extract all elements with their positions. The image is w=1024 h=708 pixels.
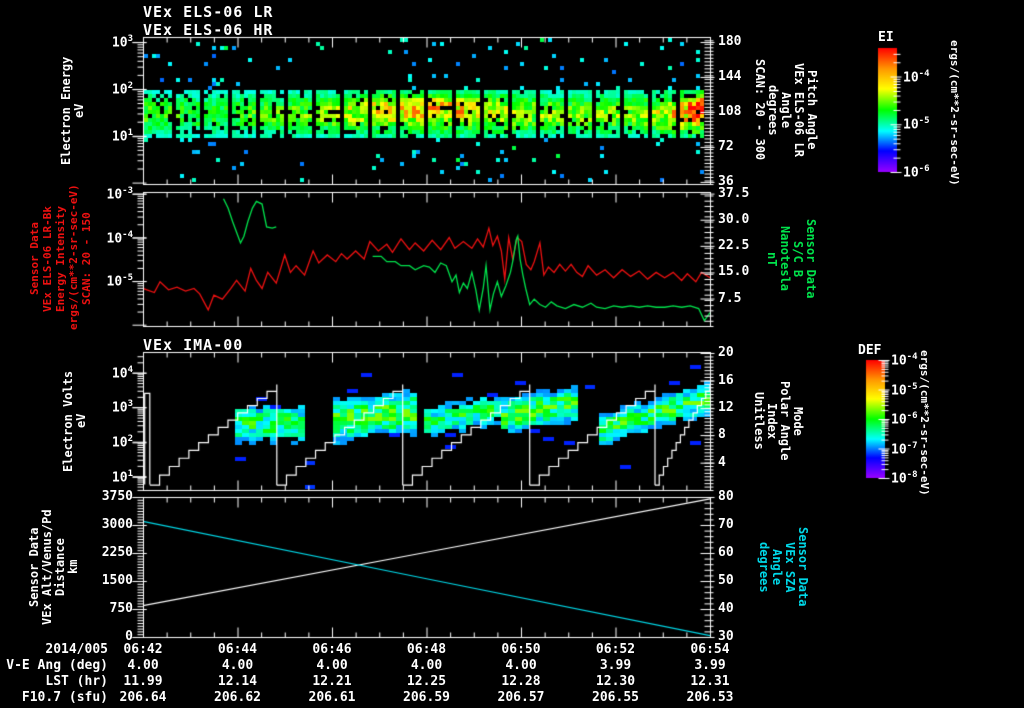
tick-label: 37.5: [718, 185, 750, 201]
tick-label: 06:46: [312, 642, 352, 657]
tick-label: 7.5: [718, 290, 742, 306]
tick-label: 12.28: [501, 674, 541, 689]
tick-label: 10-8: [891, 470, 918, 487]
tick-label: 20: [718, 344, 734, 360]
els-title-lr: VEx ELS-06 LR: [143, 3, 274, 21]
tick-label: 60: [718, 545, 734, 560]
tick-label: 206.61: [308, 690, 356, 705]
tick-label: 180: [718, 33, 742, 49]
tick-label: 12.31: [690, 674, 730, 689]
tick-label: 8: [718, 427, 726, 443]
tick-label: 3.99: [694, 658, 726, 673]
ima-title: VEx IMA-00: [143, 336, 244, 354]
tick-label: 12.30: [595, 674, 636, 689]
tick-label: 2250: [101, 545, 133, 560]
tick-label: 12.25: [406, 674, 447, 689]
tick-label: 10-4: [106, 229, 134, 246]
tick-label: 12.21: [312, 674, 352, 689]
tick-label: 10-6: [891, 411, 918, 428]
tick-label: 206.64: [119, 690, 167, 705]
tick-label: 4.00: [410, 658, 443, 673]
eph-right-axis-label: Sensor Data VEx SZA Angle degrees: [757, 527, 810, 607]
tick-label: 50: [718, 573, 734, 588]
tick-label: 206.59: [403, 690, 450, 705]
tick-label: 103: [111, 399, 133, 416]
tick-label: 2014/005: [45, 642, 108, 657]
tick-label: V-E Ang (deg): [6, 658, 108, 673]
colorbar-def-units: ergs/(cm**2-sr-sec-eV): [918, 350, 931, 496]
tick-label: 10-4: [903, 68, 930, 85]
vex-data-browser: VEx ELS-06 LR VEx ELS-06 HR VEx IMA-00 E…: [0, 0, 1024, 708]
tick-label: 108: [718, 103, 742, 119]
tick-label: 101: [111, 128, 133, 145]
tick-label: 12: [718, 400, 734, 416]
tick-label: 15.0: [718, 264, 750, 280]
tick-label: 10-5: [106, 273, 134, 290]
tick-label: 4.00: [221, 658, 254, 673]
tick-label: 3000: [101, 517, 133, 532]
tick-label: 10-5: [891, 381, 918, 398]
tick-label: 4.00: [127, 658, 159, 673]
tick-label: 06:42: [123, 642, 163, 657]
tick-label: F10.7 (sfu): [21, 690, 108, 705]
tick-label: 3.99: [599, 658, 632, 673]
tick-label: 40: [718, 601, 734, 616]
tick-label: 80: [718, 489, 734, 504]
els-title-hr: VEx ELS-06 HR: [143, 21, 274, 39]
mag-left-axis-label: Sensor Data VEx ELS-06 LR-Bk Energy Intens…: [28, 184, 93, 330]
tick-label: 1500: [101, 573, 133, 588]
tick-label: 104: [111, 364, 133, 382]
tick-label: 16: [718, 372, 734, 388]
tick-label: 06:54: [690, 642, 730, 657]
tick-label: 72: [718, 138, 734, 154]
tick-label: 3750: [101, 489, 133, 504]
tick-label: 22.5: [718, 237, 750, 253]
ima-right-axis-label: Mode Polar Angle Index Unitless: [752, 381, 805, 461]
tick-label: 206.57: [497, 690, 545, 705]
tick-label: 206.62: [214, 690, 261, 705]
tick-label: 10-4: [891, 352, 918, 369]
tick-label: 70: [718, 517, 734, 532]
tick-label: 4.00: [505, 658, 537, 673]
tick-label: 10-6: [903, 164, 930, 181]
tick-label: 4.00: [316, 658, 348, 673]
tick-label: 750: [109, 601, 133, 616]
tick-label: 06:52: [595, 642, 636, 657]
mag-right-axis-label: Sensor Data S/C B Nanotesla nT: [765, 219, 818, 299]
tick-label: 10-7: [891, 440, 918, 457]
tick-label: LST (hr): [45, 674, 108, 689]
colorbar-def-title: DEF: [858, 343, 882, 358]
tick-label: 102: [111, 81, 133, 98]
tick-label: 06:50: [501, 642, 541, 657]
tick-label: 206.53: [686, 690, 734, 705]
tick-label: 12.14: [217, 674, 258, 689]
els-left-axis-label: Electron Energy eV: [59, 56, 86, 165]
tick-label: 101: [111, 468, 133, 486]
tick-label: 102: [111, 434, 133, 451]
colorbar-ei-units: ergs/(cm**2-sr-sec-eV): [948, 40, 961, 186]
tick-label: 4: [718, 454, 726, 470]
tick-label: 10-3: [106, 185, 134, 202]
tick-label: 11.99: [123, 674, 163, 689]
tick-label: 206.55: [592, 690, 639, 705]
ima-left-axis-label: Electron Volts eV: [61, 370, 88, 472]
tick-label: 30.0: [718, 211, 750, 227]
tick-label: 06:48: [406, 642, 447, 657]
tick-label: 06:44: [217, 642, 258, 657]
tick-label: 103: [111, 33, 133, 51]
tick-label: 10-5: [903, 116, 930, 133]
colorbar-ei-title: EI: [878, 30, 894, 45]
eph-left-axis-label: Sensor Data VEx Alt/Venus/Pd Distance km: [27, 509, 80, 625]
tick-label: 144: [718, 68, 742, 84]
els-right-axis-label: Pitch Angle VEx ELS-06 LR Angle degrees SCAN…: [753, 59, 819, 161]
